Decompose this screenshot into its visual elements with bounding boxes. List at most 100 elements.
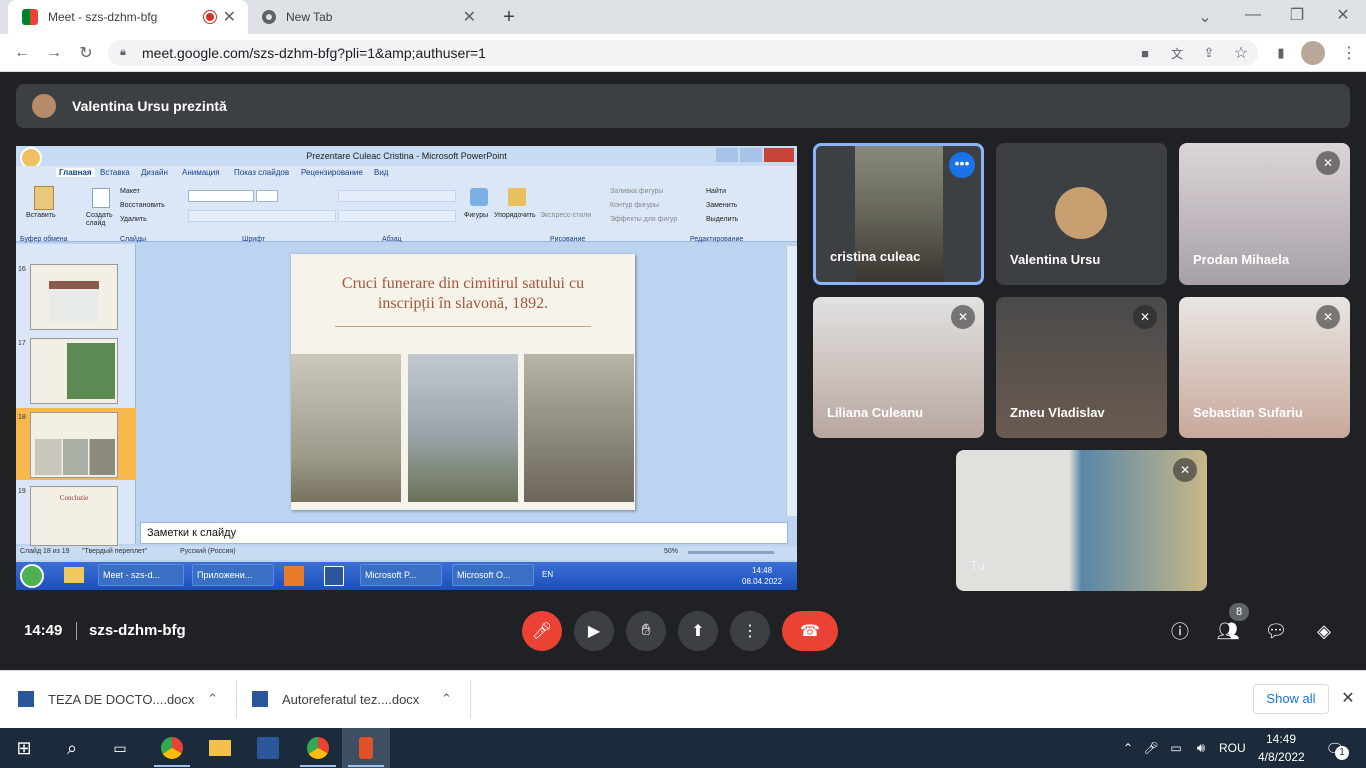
network-icon[interactable]: ▭ (1166, 738, 1186, 758)
chrome-taskbar-icon[interactable] (148, 728, 196, 768)
ppt-close-icon[interactable] (763, 148, 794, 162)
bookmark-star-icon[interactable]: ☆ (1230, 42, 1252, 64)
ribbon-tab-slideshow[interactable]: Показ слайдов (234, 168, 289, 177)
new-tab-plus-icon[interactable]: + (498, 6, 520, 28)
restore-window-icon[interactable]: ❐ (1286, 4, 1308, 26)
task-view-icon[interactable]: ▭ (96, 728, 144, 768)
paste-label[interactable]: Вставить (26, 212, 56, 219)
find-button[interactable]: Найти (706, 188, 726, 195)
paragraph-align-row[interactable] (338, 210, 456, 222)
present-button[interactable]: ⬆ (678, 611, 718, 651)
inner-task-office[interactable]: Microsoft O... (452, 564, 534, 586)
volume-icon[interactable]: 🔊︎ (1191, 738, 1211, 758)
side-panel-icon[interactable]: ▮ (1270, 42, 1292, 64)
address-bar[interactable]: 🔒︎ meet.google.com/szs-dzhm-bfg?pli=1&am… (108, 40, 1258, 66)
show-hidden-icons-chevron-icon[interactable]: ⌃ (1120, 738, 1136, 758)
ribbon-tab-animation[interactable]: Анимация (182, 168, 220, 177)
ribbon-tab-insert[interactable]: Вставка (100, 168, 130, 177)
slide-thumbnail-current[interactable] (30, 412, 118, 478)
active-app-taskbar-icon[interactable] (342, 728, 390, 768)
paragraph-list-row[interactable] (338, 190, 456, 202)
participant-tile-valentina[interactable]: Valentina Ursu (996, 143, 1167, 285)
zoom-slider[interactable] (688, 551, 774, 554)
ribbon-tab-home[interactable]: Главная (56, 168, 95, 177)
slide-thumbnail[interactable] (30, 264, 118, 330)
download-item[interactable]: TEZA DE DOCTO....docx ⌃ (18, 670, 232, 728)
tab-new-tab[interactable]: New Tab ✕ (248, 0, 488, 34)
chrome-taskbar-icon-2[interactable] (294, 728, 342, 768)
microphone-tray-icon[interactable]: 🎤︎ (1143, 738, 1159, 758)
forward-arrow-icon[interactable]: → (42, 42, 66, 64)
slide-scrollbar[interactable] (786, 246, 797, 516)
chevron-up-icon[interactable]: ⌃ (441, 691, 452, 707)
reload-icon[interactable]: ↻ (74, 42, 98, 64)
inner-task-powerpoint[interactable]: Microsoft P... (360, 564, 442, 586)
shape-outline-button[interactable]: Контур фигуры (610, 202, 659, 209)
participant-tile-liliana[interactable]: ✕ Liliana Culeanu (813, 297, 984, 438)
inner-word-icon[interactable] (324, 566, 344, 586)
font-name-box[interactable] (188, 190, 254, 202)
input-language[interactable]: ROU (1219, 741, 1246, 755)
select-button[interactable]: Выделить (706, 216, 738, 223)
profile-avatar[interactable] (1301, 41, 1325, 65)
inner-explorer-icon[interactable] (64, 567, 84, 583)
ppt-minimize-icon[interactable] (716, 148, 738, 162)
file-explorer-icon[interactable] (196, 728, 244, 768)
ribbon-tab-view[interactable]: Вид (374, 168, 388, 177)
delete-button[interactable]: Удалить (120, 216, 147, 223)
more-options-dots-icon[interactable]: ••• (949, 152, 975, 178)
download-item[interactable]: Autoreferatul tez....docx ⌃ (252, 670, 466, 728)
shape-fill-button[interactable]: Заливка фигуры (610, 188, 663, 195)
participant-tile-prodan[interactable]: ✕ Prodan Mihaela (1179, 143, 1350, 285)
slide-thumbnail[interactable] (30, 338, 118, 404)
slide-thumbnail[interactable]: Concluzie (30, 486, 118, 546)
close-window-icon[interactable]: ✕ (1332, 4, 1354, 26)
shape-effects-button[interactable]: Эффекты для фигур (610, 216, 677, 223)
shapes-label[interactable]: Фигуры (464, 212, 488, 219)
arrange-label[interactable]: Упорядочить (494, 212, 536, 219)
participant-tile-cristina[interactable]: ••• cristina culeac (813, 143, 984, 285)
inner-task-apps[interactable]: Приложени... (192, 564, 274, 586)
replace-button[interactable]: Заменить (706, 202, 737, 209)
mic-off-button[interactable]: 🎤︎ (522, 611, 562, 651)
word-taskbar-icon[interactable] (244, 728, 292, 768)
chat-icon[interactable]: 💬︎ (1264, 619, 1288, 643)
windows-start-icon[interactable]: ⊞ (0, 728, 48, 768)
quick-styles-label[interactable]: Экспресс-стили (540, 212, 591, 219)
taskbar-clock-date[interactable]: 4/8/2022 (1258, 750, 1305, 764)
reset-button[interactable]: Восстановить (120, 202, 165, 209)
more-options-button[interactable]: ⋮ (730, 611, 770, 651)
font-size-box[interactable] (256, 190, 278, 202)
back-arrow-icon[interactable]: ← (10, 42, 34, 64)
ribbon-tab-review[interactable]: Рецензирование (301, 168, 363, 177)
participant-tile-zmeu[interactable]: ✕ Zmeu Vladislav (996, 297, 1167, 438)
inner-app-icon[interactable] (284, 566, 304, 586)
close-tab-icon[interactable]: ✕ (463, 7, 476, 27)
end-call-button[interactable]: ☎︎ (782, 611, 838, 651)
create-slide-label[interactable]: Создать слайд (86, 212, 122, 228)
new-slide-icon[interactable] (92, 188, 110, 208)
browser-menu-icon[interactable]: ⋮ (1338, 42, 1360, 64)
camera-button[interactable]: ▶ (574, 611, 614, 651)
inner-start-icon[interactable] (20, 564, 44, 588)
tab-meet[interactable]: Meet - szs-dzhm-bfg ✕ (8, 0, 248, 34)
arrange-icon[interactable] (508, 188, 526, 206)
translate-icon[interactable]: 文 (1166, 42, 1188, 64)
participant-tile-sebastian[interactable]: ✕ Sebastian Sufariu (1179, 297, 1350, 438)
camera-in-use-icon[interactable]: ■ (1134, 42, 1156, 64)
shapes-icon[interactable] (470, 188, 488, 206)
chevron-up-icon[interactable]: ⌃ (207, 691, 218, 707)
minimize-window-icon[interactable]: — (1242, 4, 1264, 26)
show-all-button[interactable]: Show all (1253, 684, 1329, 714)
notes-pane[interactable]: Заметки к слайду (140, 522, 788, 544)
share-icon[interactable]: ⇪ (1198, 42, 1220, 64)
participant-tile-self[interactable]: ✕ Tu (956, 450, 1207, 591)
activities-icon[interactable]: ◈ (1312, 619, 1336, 643)
paste-icon[interactable] (34, 186, 54, 210)
ribbon-tab-design[interactable]: Дизайн (141, 168, 168, 177)
raise-hand-button[interactable]: ✋︎ (626, 611, 666, 651)
close-shelf-icon[interactable]: ✕ (1338, 688, 1358, 708)
people-icon[interactable]: 👥︎ (1216, 619, 1240, 643)
close-tab-icon[interactable]: ✕ (223, 7, 236, 27)
inner-lang[interactable]: EN (542, 570, 553, 579)
